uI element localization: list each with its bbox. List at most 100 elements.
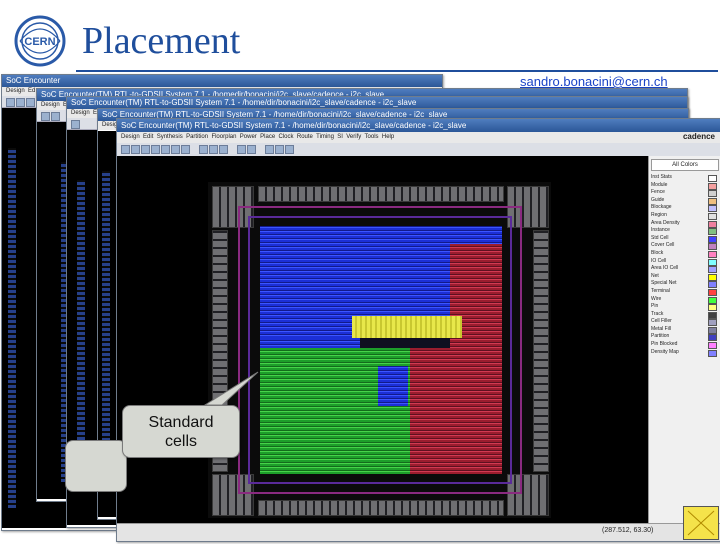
toolbar-redraw-icon[interactable]	[181, 145, 190, 154]
toolbar-open-icon[interactable]	[121, 145, 130, 154]
std-cell-region-yellow	[352, 316, 462, 338]
status-bar: (287.512, 63.30)	[117, 523, 720, 541]
layer-name: Wire	[651, 295, 662, 302]
layer-name: Cell Filler	[651, 318, 672, 325]
toolbar-save-icon[interactable]	[131, 145, 140, 154]
layer-row[interactable]: Inst Stats	[649, 174, 720, 182]
cern-logo-text: CERN	[24, 36, 55, 48]
layer-row[interactable]: Terminal	[649, 288, 720, 296]
window-title: SoC Encounter(TM) RTL-to-GDSII System 7.…	[71, 98, 417, 107]
toolbar-move-icon[interactable]	[199, 145, 208, 154]
toolbar-open-icon[interactable]	[41, 112, 50, 121]
layer-row[interactable]: Wire	[649, 296, 720, 304]
encounter-window-front[interactable]: SoC Encounter(TM) RTL-to-GDSII System 7.…	[116, 118, 720, 542]
toolbar-copy-icon[interactable]	[209, 145, 218, 154]
layer-name: Block	[651, 249, 664, 256]
toolbar-ruler-icon[interactable]	[237, 145, 246, 154]
io-pad-column-right	[533, 230, 549, 472]
menu-design[interactable]: Design	[121, 134, 140, 140]
core-area	[260, 226, 502, 474]
std-cell-region-blue	[378, 366, 408, 406]
layer-name: Blockage	[651, 204, 672, 211]
menu-edit[interactable]: Edit	[143, 134, 153, 140]
menu-route[interactable]: Route	[297, 134, 313, 140]
chip-die	[208, 182, 551, 518]
toolbar-save-icon[interactable]	[16, 98, 25, 107]
menu-design[interactable]: Design	[41, 102, 60, 108]
toolbar-attribute-icon[interactable]	[247, 145, 256, 154]
menu-timing[interactable]: Timing	[316, 134, 334, 140]
menu-power[interactable]: Power	[240, 134, 257, 140]
layer-row[interactable]: Net	[649, 273, 720, 281]
toolbar-save-icon[interactable]	[51, 112, 60, 121]
layer-row[interactable]: Cover Cell	[649, 242, 720, 251]
toolbar-amoeba-view-icon[interactable]	[275, 145, 284, 154]
world-view-thumbnail[interactable]	[683, 506, 719, 540]
layer-row[interactable]: Pin	[649, 303, 720, 312]
toolbar-select-icon[interactable]	[26, 98, 35, 107]
menu-design[interactable]: Design	[6, 88, 25, 94]
layer-row[interactable]: IO Cell	[649, 258, 720, 266]
menu-synthesis[interactable]: Synthesis	[157, 134, 183, 140]
menu-tools[interactable]: Tools	[365, 134, 379, 140]
io-pad-row-bottom	[258, 500, 504, 516]
layer-row[interactable]: Std Cell	[649, 235, 720, 243]
layer-name: Area IO Cell	[651, 265, 679, 272]
layer-name: Pin	[651, 303, 659, 310]
layer-row[interactable]: Blockage	[649, 204, 720, 213]
menu-partition[interactable]: Partition	[186, 134, 208, 140]
window-titlebar[interactable]: SoC Encounter	[2, 75, 442, 87]
layer-row[interactable]: Density Map	[649, 349, 720, 357]
layout-canvas[interactable]	[117, 156, 648, 524]
toolbar-physical-view-icon[interactable]	[285, 145, 294, 154]
toolbar-zoom-out-icon[interactable]	[161, 145, 170, 154]
standard-cells-callout: Standard cells	[122, 405, 240, 458]
menu-floorplan[interactable]: Floorplan	[211, 134, 236, 140]
layer-name: Partition	[651, 333, 670, 340]
layer-color-swatch[interactable]	[708, 349, 717, 357]
layer-row[interactable]: Track	[649, 311, 720, 319]
layer-name: Cover Cell	[651, 242, 675, 249]
layer-row[interactable]: Cell Filler	[649, 318, 720, 327]
author-email-link[interactable]: sandro.bonacini@cern.ch	[520, 74, 668, 89]
layer-name: Std Cell	[651, 234, 669, 241]
menu-verify[interactable]: Verify	[346, 134, 361, 140]
menu-si[interactable]: SI	[337, 134, 343, 140]
menu-help[interactable]: Help	[382, 134, 394, 140]
layer-row[interactable]: Block	[649, 250, 720, 258]
toolbar-open-icon[interactable]	[71, 120, 80, 129]
layer-name: Density Map	[651, 348, 679, 355]
toolbar-zoom-in-icon[interactable]	[151, 145, 160, 154]
layer-row[interactable]: Module	[649, 182, 720, 190]
layer-name: Pin Blocked	[651, 341, 678, 348]
cern-logo: CERN	[14, 15, 66, 67]
layer-row[interactable]: Area IO Cell	[649, 265, 720, 274]
window-titlebar[interactable]: SoC Encounter(TM) RTL-to-GDSII System 7.…	[117, 119, 720, 132]
layer-row[interactable]: Fence	[649, 189, 720, 198]
layer-control-panel: All Colors Inst Stats Module Fence Guide Blo…	[648, 156, 720, 524]
layer-row[interactable]: Guide	[649, 197, 720, 205]
layer-name: Metal Fill	[651, 325, 672, 332]
layer-row[interactable]: Pin Blocked	[649, 341, 720, 350]
layer-row[interactable]: Area Density	[649, 220, 720, 228]
layer-name: Net	[651, 272, 659, 279]
menu-clock[interactable]: Clock	[279, 134, 294, 140]
layer-row[interactable]: Special Net	[649, 280, 720, 289]
layer-row[interactable]: Partition	[649, 333, 720, 342]
toolbar-delete-icon[interactable]	[219, 145, 228, 154]
layer-row[interactable]: Metal Fill	[649, 326, 720, 334]
layer-name: Guide	[651, 196, 665, 203]
toolbar-fit-icon[interactable]	[171, 145, 180, 154]
menu-edit[interactable]: Ed	[28, 88, 35, 94]
io-pad-column	[8, 148, 16, 508]
layer-row[interactable]: Instance	[649, 227, 720, 236]
io-pad-row-top	[258, 186, 504, 202]
layer-panel-header[interactable]: All Colors	[651, 159, 719, 171]
toolbar-select-icon[interactable]	[141, 145, 150, 154]
toolbar-open-icon[interactable]	[6, 98, 15, 107]
cursor-coordinates: (287.512, 63.30)	[602, 527, 654, 534]
toolbar-floorplan-view-icon[interactable]	[265, 145, 274, 154]
menu-place[interactable]: Place	[260, 134, 275, 140]
menu-design[interactable]: Design	[71, 110, 90, 116]
layer-row[interactable]: Region	[649, 212, 720, 220]
